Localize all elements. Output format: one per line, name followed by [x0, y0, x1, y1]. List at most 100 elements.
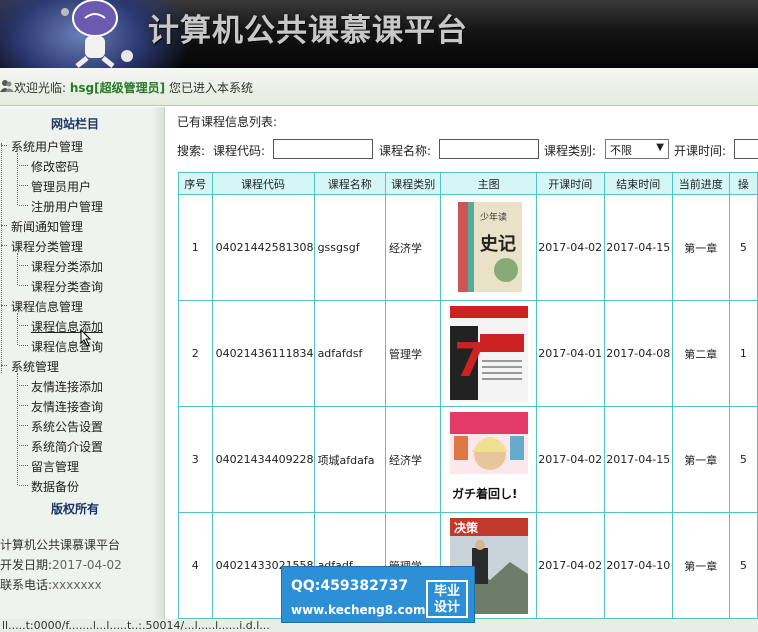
cover-title: 决策: [454, 520, 479, 535]
footer-date-value: 2017-04-02: [52, 558, 122, 572]
cell-progress: 第一章: [671, 512, 730, 619]
sidebar-item-intro-settings[interactable]: 系统简介设置: [18, 438, 103, 455]
cell-type: 管理学: [385, 300, 442, 407]
sidebar-item-registered-users[interactable]: 注册用户管理: [18, 198, 103, 215]
list-title: 已有课程信息列表:: [177, 115, 278, 129]
col-header-start: 开课时间: [535, 172, 605, 195]
col-header-no: 序号: [178, 172, 213, 195]
cell-end: 2017-04-15: [603, 194, 673, 301]
col-header-op: 操: [728, 172, 758, 195]
cover-title: 史记: [480, 233, 516, 255]
cell-progress: 第一章: [671, 194, 730, 301]
sidebar-item-change-password[interactable]: 修改密码: [18, 158, 79, 175]
watermark-badge: 毕业 设计: [426, 580, 468, 618]
col-header-image: 主图: [440, 172, 537, 195]
badge-line1: 毕业: [433, 584, 460, 599]
cell-op[interactable]: 5: [728, 194, 758, 301]
cell-no: 1: [178, 194, 213, 301]
site-header: 计算机公共课慕课平台: [0, 0, 758, 68]
cell-code: 04021436111834: [211, 300, 315, 407]
table-header-row: 序号 课程代码 课程名称 课程类别 主图 开课时间 结束时间 当前进度 操: [178, 172, 758, 195]
course-type-label: 课程类别:: [544, 144, 597, 158]
sidebar: 网站栏目 系统用户管理 修改密码 管理员用户 注册用户管理 新闻通知管理 课程分…: [0, 107, 165, 632]
cell-type: 经济学: [385, 406, 442, 513]
course-code-input[interactable]: [273, 139, 373, 159]
welcome-prefix: 欢迎光临:: [14, 81, 67, 95]
col-header-type: 课程类别: [385, 172, 442, 195]
cell-no: 3: [178, 406, 213, 513]
watermark-ad[interactable]: QQ:459382737 www.kecheng8.com 毕业 设计: [281, 566, 475, 623]
course-type-select[interactable]: 不限 ▼: [605, 139, 669, 159]
welcome-suffix: 您已进入本系统: [168, 81, 253, 95]
dropdown-arrow-icon: ▼: [656, 142, 664, 153]
sidebar-group-news[interactable]: 新闻通知管理: [0, 218, 83, 235]
cell-image: 7: [440, 300, 537, 407]
cell-start: 2017-04-01: [535, 300, 605, 407]
cell-end: 2017-04-10: [603, 512, 673, 619]
footer-dev-date: 开发日期:2017-04-02: [0, 556, 122, 573]
magazine-cover[interactable]: ガチ着回し!: [449, 411, 528, 508]
sidebar-copyright-header: 版权所有: [50, 502, 99, 516]
course-table: 序号 课程代码 课程名称 课程类别 主图 开课时间 结束时间 当前进度 操 1 …: [178, 172, 758, 619]
welcome-text: 欢迎光临: hsg[超级管理员] 您已进入本系统: [14, 79, 253, 96]
sidebar-item-link-query[interactable]: 友情连接查询: [18, 398, 103, 415]
sidebar-group-course-info[interactable]: 课程信息管理: [0, 298, 83, 315]
badge-line2: 设计: [433, 600, 460, 615]
sidebar-item-course-add[interactable]: 课程信息添加: [18, 318, 103, 335]
col-header-code: 课程代码: [211, 172, 315, 195]
cell-op[interactable]: 1: [728, 300, 758, 407]
main-content: 已有课程信息列表: 搜索: 课程代码: 课程名称: 课程类别: 不限 ▼ 开课时…: [165, 107, 758, 632]
search-form: 搜索: 课程代码: 课程名称: 课程类别: 不限 ▼ 开课时间:: [177, 139, 758, 161]
cover-title-small: 少年读: [480, 211, 507, 223]
cell-no: 4: [178, 512, 213, 619]
col-header-name: 课程名称: [313, 172, 387, 195]
sidebar-group-system[interactable]: 系统管理: [0, 358, 59, 375]
sidebar-item-admin-users[interactable]: 管理员用户: [18, 178, 91, 195]
cell-start: 2017-04-02: [535, 194, 605, 301]
cell-type: 经济学: [385, 194, 442, 301]
watermark-qq: QQ:459382737: [291, 578, 409, 594]
book-cover-shiji[interactable]: 少年读 史记: [450, 200, 528, 296]
search-prefix: 搜索:: [177, 144, 206, 158]
sidebar-item-data-backup[interactable]: 数据备份: [18, 478, 79, 495]
footer-phone-label: 联系电话:: [0, 578, 53, 592]
cell-start: 2017-04-02: [535, 406, 605, 513]
tree-line-group5: [17, 373, 18, 485]
cell-end: 2017-04-08: [603, 300, 673, 407]
watermark-site: www.kecheng8.com: [291, 603, 426, 617]
cell-start: 2017-04-02: [535, 512, 605, 619]
table-row: 1 04021442581308 gssgsgf 经济学 少年读 史记 2017…: [178, 194, 758, 301]
sidebar-shade: [152, 107, 164, 632]
col-header-end: 结束时间: [603, 172, 673, 195]
sidebar-item-category-query[interactable]: 课程分类查询: [18, 278, 103, 295]
course-type-value: 不限: [610, 144, 632, 157]
cell-name: 项城afdafa: [313, 406, 387, 513]
cell-name: gssgsgf: [313, 194, 387, 301]
sidebar-group-course-category[interactable]: 课程分类管理: [0, 238, 83, 255]
footer-date-label: 开发日期:: [0, 558, 53, 572]
tree-line-group3: [17, 253, 18, 285]
cell-op[interactable]: 5: [728, 406, 758, 513]
sidebar-item-category-add[interactable]: 课程分类添加: [18, 258, 103, 275]
welcome-username[interactable]: hsg[超级管理员]: [70, 81, 165, 95]
course-name-input[interactable]: [439, 139, 539, 159]
sidebar-header: 网站栏目: [50, 117, 99, 131]
sidebar-item-notice-settings[interactable]: 系统公告设置: [18, 418, 103, 435]
sidebar-item-link-add[interactable]: 友情连接添加: [18, 378, 103, 395]
tree-line-root: [1, 143, 2, 373]
site-title: 计算机公共课慕课平台: [148, 13, 468, 49]
book-cover-seven-habits[interactable]: 7: [449, 305, 528, 402]
tree-line-group4: [17, 313, 18, 345]
cell-progress: 第一章: [671, 406, 730, 513]
sidebar-item-message-mgmt[interactable]: 留言管理: [18, 458, 79, 475]
start-time-input[interactable]: [734, 139, 758, 159]
footer-phone: 联系电话:xxxxxxx: [0, 576, 102, 593]
welcome-bar: 欢迎光临: hsg[超级管理员] 您已进入本系统: [0, 68, 758, 106]
table-row: 2 04021436111834 adfafdsf 管理学 7 2017-04-…: [178, 300, 758, 407]
cell-op[interactable]: 5: [728, 512, 758, 619]
sidebar-group-user-mgmt[interactable]: 系统用户管理: [0, 138, 83, 155]
tree-line-group1: [17, 153, 18, 205]
cell-image: 少年读 史记: [440, 194, 537, 301]
sidebar-item-course-query[interactable]: 课程信息查询: [18, 338, 103, 355]
cell-progress: 第二章: [671, 300, 730, 407]
